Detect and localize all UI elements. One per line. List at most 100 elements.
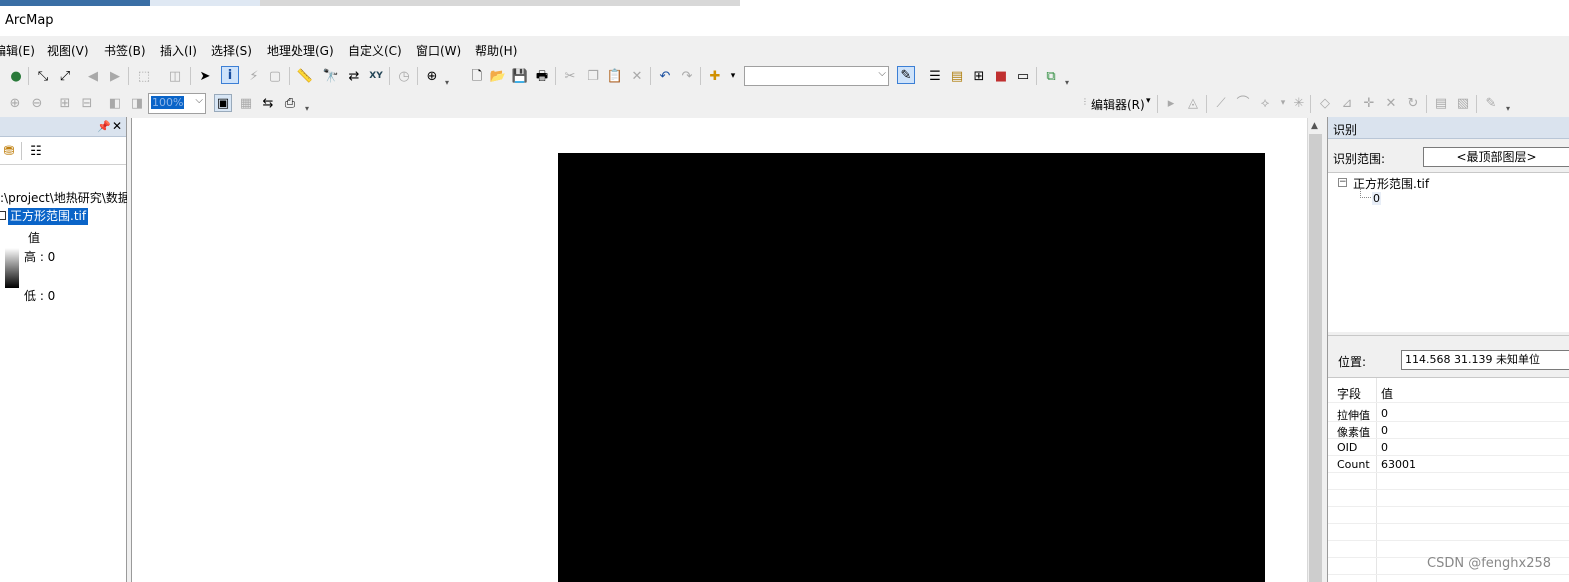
arc-segment-icon[interactable]: ⌒ bbox=[1234, 94, 1252, 112]
fixed-zoom-in-icon[interactable]: ⤡ bbox=[34, 67, 52, 85]
goto-xy-icon[interactable]: XY bbox=[367, 67, 385, 85]
menu-edit[interactable]: 编辑(E) bbox=[0, 42, 35, 59]
hyperlink-icon[interactable]: ⚡ bbox=[245, 67, 263, 85]
map-vertical-scrollbar[interactable]: ▲ bbox=[1307, 118, 1323, 582]
edit-tool-icon[interactable]: ▸ bbox=[1162, 94, 1180, 112]
html-popup-icon[interactable]: ▢ bbox=[266, 67, 284, 85]
chevron-down-icon[interactable]: ⌵ bbox=[195, 95, 203, 106]
search-window-icon[interactable]: ⊞ bbox=[970, 67, 988, 85]
toolbar-grip[interactable]: ⋮ bbox=[1081, 97, 1089, 107]
menu-selection[interactable]: 选择(S) bbox=[211, 42, 252, 59]
pin-icon[interactable]: 📌 bbox=[97, 120, 111, 133]
menu-insert[interactable]: 插入(I) bbox=[160, 42, 197, 59]
list-by-source-icon[interactable]: ⛃ bbox=[0, 142, 18, 160]
fixed-zoom-out-icon[interactable]: ⤢ bbox=[56, 67, 74, 85]
cut-polygons-icon[interactable]: ✛ bbox=[1360, 94, 1378, 112]
menu-windows[interactable]: 窗口(W) bbox=[416, 42, 461, 59]
menu-help[interactable]: 帮助(H) bbox=[475, 42, 517, 59]
toolbar-grip[interactable]: ▾ bbox=[445, 78, 451, 88]
time-slider-icon[interactable]: ◷ bbox=[395, 67, 413, 85]
trace-icon[interactable]: ⟡ bbox=[1256, 94, 1274, 112]
sketch-properties-icon[interactable]: ▧ bbox=[1454, 94, 1472, 112]
toc-window-icon[interactable]: ☰ bbox=[926, 67, 944, 85]
editor-toolbar-icon[interactable]: ✎ bbox=[897, 66, 915, 84]
attributes-icon[interactable]: ▤ bbox=[1432, 94, 1450, 112]
edit-annotation-icon[interactable]: ◬ bbox=[1184, 94, 1202, 112]
open-icon[interactable]: 📂 bbox=[489, 67, 507, 85]
identify-icon[interactable]: i bbox=[221, 66, 239, 84]
zoom-out-page-icon[interactable]: ⊖ bbox=[28, 94, 46, 112]
scroll-up-icon[interactable]: ▲ bbox=[1311, 121, 1318, 131]
point-icon[interactable]: ✳ bbox=[1290, 94, 1308, 112]
create-viewer-icon[interactable]: ⊕ bbox=[423, 67, 441, 85]
python-window-icon[interactable]: ▭ bbox=[1014, 67, 1032, 85]
map-view[interactable] bbox=[131, 118, 1307, 582]
next-extent-page-icon[interactable]: ◨ bbox=[128, 94, 146, 112]
toolbar-grip[interactable]: ▾ bbox=[305, 104, 311, 114]
data-driven-pages-icon[interactable]: ⎙ bbox=[281, 94, 299, 112]
editor-menu-button[interactable]: 编辑器(R) bbox=[1091, 96, 1145, 113]
identify-scope-select[interactable]: <最顶部图层> bbox=[1423, 147, 1569, 167]
create-features-icon[interactable]: ✎ bbox=[1482, 94, 1500, 112]
change-layout-icon[interactable]: ⇆ bbox=[259, 94, 277, 112]
layer-name[interactable]: 正方形范围.tif bbox=[8, 208, 89, 225]
zoom-in-page-icon[interactable]: ⊕ bbox=[6, 94, 24, 112]
split-icon[interactable]: ✕ bbox=[1382, 94, 1400, 112]
edit-vertices-icon[interactable]: ◇ bbox=[1316, 94, 1334, 112]
select-elements-icon[interactable]: ➤ bbox=[196, 67, 214, 85]
toggle-draft-mode-icon[interactable]: ▣ bbox=[214, 94, 232, 112]
focus-data-frame-icon[interactable]: ▦ bbox=[237, 94, 255, 112]
tree-feature-node[interactable]: 0 bbox=[1372, 192, 1381, 205]
find-icon[interactable]: 🔭 bbox=[322, 67, 340, 85]
rotate-icon[interactable]: ↻ bbox=[1404, 94, 1422, 112]
previous-extent-page-icon[interactable]: ◧ bbox=[106, 94, 124, 112]
select-features-icon[interactable]: ⬚ bbox=[135, 67, 153, 85]
forward-icon[interactable]: ▶ bbox=[106, 67, 124, 85]
collapse-icon[interactable]: − bbox=[1338, 178, 1347, 187]
add-data-icon[interactable]: ✚ bbox=[706, 67, 724, 85]
table-row[interactable]: 拉伸值 0 bbox=[1328, 405, 1569, 422]
catalog-window-icon[interactable]: ▤ bbox=[948, 67, 966, 85]
new-document-icon[interactable]: 🗋 bbox=[468, 67, 486, 85]
panel-splitter[interactable] bbox=[1328, 335, 1569, 343]
field-name: 拉伸值 bbox=[1337, 409, 1370, 422]
tools-toolbar: ● ⤡ ⤢ ◀ ▶ ⬚ ◫ ➤ i ⚡ ▢ 📏 🔭 ⇄ XY ◷ ⊕ ▾ 🗋 📂… bbox=[0, 62, 1569, 90]
print-icon[interactable]: 🖶 bbox=[533, 67, 551, 85]
back-icon[interactable]: ◀ bbox=[84, 67, 102, 85]
reshape-icon[interactable]: ⊿ bbox=[1338, 94, 1356, 112]
fixed-zoom-page-icon[interactable]: ⊞ bbox=[56, 94, 74, 112]
measure-icon[interactable]: 📏 bbox=[296, 67, 314, 85]
globe-icon[interactable]: ● bbox=[7, 67, 25, 85]
scrollbar-thumb[interactable] bbox=[1309, 134, 1322, 582]
redo-icon[interactable]: ↷ bbox=[678, 67, 696, 85]
menu-bookmarks[interactable]: 书签(B) bbox=[104, 42, 146, 59]
options-icon[interactable]: ☷ bbox=[27, 142, 45, 160]
toolbar-grip[interactable]: ▾ bbox=[1506, 104, 1512, 114]
menu-geoprocessing[interactable]: 地理处理(G) bbox=[267, 42, 334, 59]
model-builder-icon[interactable]: ⧉ bbox=[1042, 67, 1060, 85]
save-icon[interactable]: 💾 bbox=[511, 67, 529, 85]
find-route-icon[interactable]: ⇄ bbox=[345, 67, 363, 85]
copy-icon[interactable]: ❐ bbox=[584, 67, 602, 85]
menu-customize[interactable]: 自定义(C) bbox=[348, 42, 402, 59]
zoom-whole-page-icon[interactable]: ⊟ bbox=[78, 94, 96, 112]
chevron-down-icon[interactable]: ⌵ bbox=[878, 68, 886, 79]
clear-selection-icon[interactable]: ◫ bbox=[166, 67, 184, 85]
paste-icon[interactable]: 📋 bbox=[606, 67, 624, 85]
zoom-percent-combobox[interactable]: 100% ⌵ bbox=[148, 93, 206, 114]
cut-icon[interactable]: ✂ bbox=[561, 67, 579, 85]
table-row[interactable]: Count 63001 bbox=[1328, 456, 1569, 473]
arctoolbox-icon[interactable]: ■ bbox=[992, 67, 1010, 85]
table-row[interactable]: 像素值 0 bbox=[1328, 422, 1569, 439]
scale-combobox[interactable]: ⌵ bbox=[744, 66, 889, 86]
layer-visibility-checkbox[interactable] bbox=[0, 211, 6, 220]
add-data-dropdown-icon[interactable]: ▾ bbox=[724, 67, 742, 85]
straight-segment-icon[interactable]: ⟋ bbox=[1212, 94, 1230, 112]
undo-icon[interactable]: ↶ bbox=[656, 67, 674, 85]
close-icon[interactable]: ✕ bbox=[112, 119, 122, 133]
editor-dropdown-icon[interactable]: ▾ bbox=[1146, 96, 1151, 106]
menu-view[interactable]: 视图(V) bbox=[47, 42, 89, 59]
toolbar-grip[interactable]: ▾ bbox=[1065, 78, 1071, 88]
delete-icon[interactable]: ✕ bbox=[628, 67, 646, 85]
table-row[interactable]: OID 0 bbox=[1328, 439, 1569, 456]
